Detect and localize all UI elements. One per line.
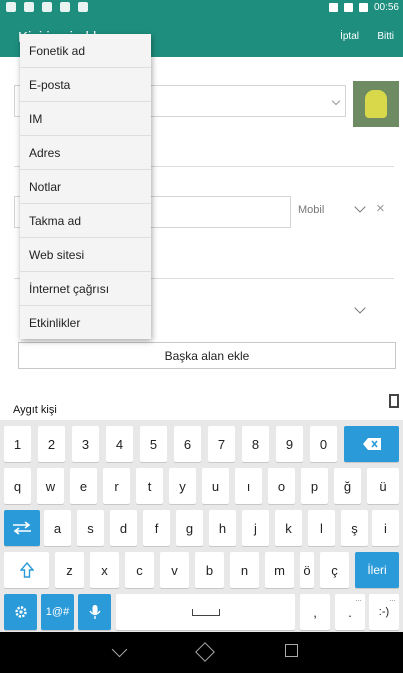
- key-p[interactable]: p: [301, 468, 328, 504]
- key-b[interactable]: b: [195, 552, 224, 588]
- notification-icon: [24, 2, 34, 12]
- key-a[interactable]: a: [44, 510, 71, 546]
- add-field-button[interactable]: Başka alan ekle: [18, 342, 396, 369]
- key-h[interactable]: h: [209, 510, 236, 546]
- device-contact-label: Aygıt kişi: [13, 404, 57, 416]
- key-s-cedilla[interactable]: ş: [341, 510, 368, 546]
- key-s[interactable]: s: [77, 510, 104, 546]
- add-field-menu: Fonetik ad E-posta IM Adres Notlar Takma…: [20, 34, 151, 339]
- key-x[interactable]: x: [90, 552, 119, 588]
- space-bar-icon: [191, 608, 220, 616]
- contact-photo[interactable]: [353, 81, 399, 127]
- back-icon[interactable]: [111, 641, 128, 658]
- gear-icon: [14, 606, 27, 618]
- menu-item-phonetic-name[interactable]: Fonetik ad: [20, 34, 151, 68]
- shift-icon: [19, 562, 34, 578]
- key-u-umlaut[interactable]: ü: [367, 468, 399, 504]
- next-key[interactable]: İleri: [355, 552, 399, 588]
- key-z[interactable]: z: [55, 552, 84, 588]
- key-3[interactable]: 3: [72, 426, 99, 462]
- key-7[interactable]: 7: [208, 426, 235, 462]
- menu-item-internet-call[interactable]: İnternet çağrısı: [20, 272, 151, 306]
- phone-icon: [389, 394, 399, 408]
- notification-icon: [6, 2, 16, 12]
- key-n[interactable]: n: [230, 552, 259, 588]
- key-i[interactable]: i: [372, 510, 399, 546]
- status-bar: 00:56: [0, 0, 403, 17]
- key-6[interactable]: 6: [174, 426, 201, 462]
- cancel-button[interactable]: İptal: [340, 31, 359, 42]
- key-r[interactable]: r: [103, 468, 130, 504]
- key-o-umlaut[interactable]: ö: [300, 552, 314, 588]
- key-c-cedilla[interactable]: ç: [320, 552, 349, 588]
- key-j[interactable]: j: [242, 510, 269, 546]
- key-period-label: .: [348, 604, 352, 620]
- notification-icon: [78, 2, 88, 12]
- voice-input-key[interactable]: [78, 594, 111, 630]
- key-u[interactable]: u: [202, 468, 229, 504]
- menu-item-events[interactable]: Etkinlikler: [20, 306, 151, 340]
- key-k[interactable]: k: [275, 510, 302, 546]
- backspace-icon: [362, 438, 381, 450]
- battery-icon: [358, 3, 368, 12]
- key-t[interactable]: t: [136, 468, 163, 504]
- key-q[interactable]: q: [4, 468, 31, 504]
- key-c[interactable]: c: [125, 552, 154, 588]
- key-f[interactable]: f: [143, 510, 170, 546]
- key-2[interactable]: 2: [38, 426, 65, 462]
- menu-item-notes[interactable]: Notlar: [20, 170, 151, 204]
- menu-item-address[interactable]: Adres: [20, 136, 151, 170]
- remove-phone-icon[interactable]: ×: [376, 200, 385, 217]
- home-icon[interactable]: [195, 642, 215, 662]
- navigation-bar: [0, 632, 403, 673]
- key-dotless-i[interactable]: ı: [235, 468, 262, 504]
- microphone-icon: [88, 605, 101, 619]
- key-e[interactable]: e: [70, 468, 97, 504]
- key-8[interactable]: 8: [242, 426, 269, 462]
- more-symbols-icon: …: [355, 596, 362, 603]
- notification-icon: [42, 2, 52, 12]
- smiley-label: :-): [378, 606, 390, 618]
- tab-key[interactable]: [4, 510, 40, 546]
- key-g-breve[interactable]: ğ: [334, 468, 361, 504]
- space-key[interactable]: [116, 594, 295, 630]
- done-button[interactable]: Bitti: [377, 31, 394, 42]
- key-d[interactable]: d: [110, 510, 137, 546]
- wifi-icon: [343, 3, 353, 12]
- tab-icon: [13, 521, 31, 535]
- key-m[interactable]: m: [265, 552, 294, 588]
- menu-item-website[interactable]: Web sitesi: [20, 238, 151, 272]
- recent-apps-icon[interactable]: [285, 644, 298, 657]
- menu-item-email[interactable]: E-posta: [20, 68, 151, 102]
- key-w[interactable]: w: [37, 468, 64, 504]
- backspace-key[interactable]: [344, 426, 399, 462]
- clock: 00:56: [373, 2, 399, 13]
- key-g[interactable]: g: [176, 510, 203, 546]
- settings-key[interactable]: [4, 594, 37, 630]
- menu-item-im[interactable]: IM: [20, 102, 151, 136]
- key-y[interactable]: y: [169, 468, 196, 504]
- signal-icon: [328, 3, 338, 12]
- smiley-key[interactable]: :-) …: [369, 594, 399, 630]
- keyboard: 1 2 3 4 5 6 7 8 9 0 q w e r t y u ı o p …: [0, 420, 403, 632]
- key-9[interactable]: 9: [276, 426, 303, 462]
- key-period[interactable]: . …: [335, 594, 365, 630]
- menu-item-nickname[interactable]: Takma ad: [20, 204, 151, 238]
- key-comma[interactable]: ,: [300, 594, 330, 630]
- notification-icon: [60, 2, 70, 12]
- key-4[interactable]: 4: [106, 426, 133, 462]
- phone-type-label[interactable]: Mobil: [298, 204, 324, 216]
- device-contact-row: Aygıt kişi: [0, 394, 403, 420]
- more-emoticons-icon: …: [389, 596, 396, 603]
- key-v[interactable]: v: [160, 552, 189, 588]
- key-0[interactable]: 0: [310, 426, 337, 462]
- key-l[interactable]: l: [308, 510, 335, 546]
- key-o[interactable]: o: [268, 468, 295, 504]
- symbols-key[interactable]: 1@#: [41, 594, 74, 630]
- key-1[interactable]: 1: [4, 426, 31, 462]
- shift-key[interactable]: [4, 552, 49, 588]
- key-5[interactable]: 5: [140, 426, 167, 462]
